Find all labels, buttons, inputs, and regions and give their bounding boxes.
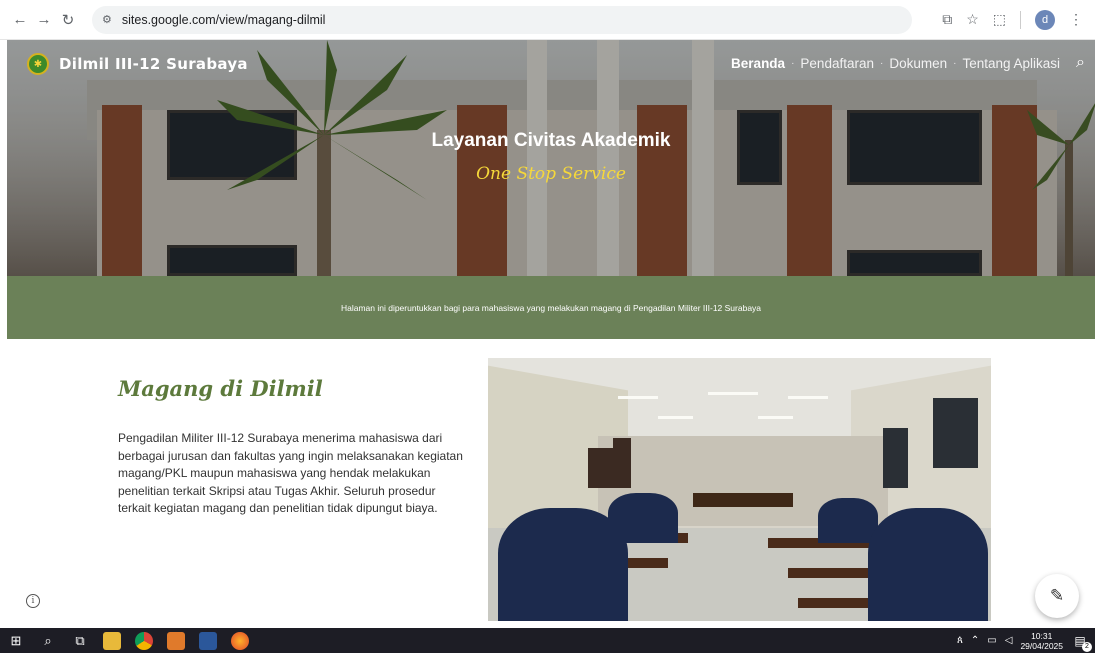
browser-actions: ⧉ ☆ ⬚ d ⋮: [942, 9, 1083, 30]
site-logo-icon: ✱: [27, 53, 49, 75]
courtroom-photo: [488, 358, 991, 621]
hero-dark-overlay: [7, 40, 1095, 276]
nav-pendaftaran[interactable]: Pendaftaran: [794, 56, 880, 71]
photo-window: [933, 398, 978, 468]
nav-tentang-aplikasi[interactable]: Tentang Aplikasi: [956, 56, 1066, 71]
extensions-icon[interactable]: ⬚: [993, 11, 1006, 28]
photo-audience: [608, 493, 678, 543]
photo-audience: [868, 508, 988, 621]
site-title: Dilmil III-12 Surabaya: [59, 55, 248, 73]
firefox-icon[interactable]: [231, 631, 249, 650]
word-icon[interactable]: [199, 631, 217, 650]
photo-ceiling-light: [618, 396, 658, 399]
toolbar-divider: [1020, 10, 1021, 29]
clock-date: 29/04/2025: [1020, 640, 1063, 651]
hero-title: Layanan Civitas Akademik: [431, 130, 671, 151]
photo-ceiling-light: [708, 392, 758, 395]
chevron-up-icon[interactable]: ⌃: [971, 635, 979, 646]
bookmark-star-icon[interactable]: ☆: [966, 11, 979, 28]
photo-judge-bench: [693, 493, 793, 507]
site-info-icon[interactable]: ⚙: [102, 13, 112, 26]
address-bar[interactable]: ⚙ sites.google.com/view/magang-dilmil: [92, 5, 912, 34]
photo-window: [883, 428, 908, 488]
windows-start-icon[interactable]: ⊞: [0, 628, 32, 653]
people-icon[interactable]: ጰ: [957, 635, 963, 646]
system-clock[interactable]: 10:31 29/04/2025: [1020, 631, 1063, 651]
photo-ceiling-light: [658, 416, 693, 419]
photo-audience: [818, 498, 878, 543]
forward-icon[interactable]: →: [34, 10, 54, 30]
notification-count: 2: [1082, 641, 1092, 652]
photo-ceiling-light: [788, 396, 828, 399]
reload-icon[interactable]: ↻: [58, 10, 78, 30]
nav-beranda[interactable]: Beranda: [725, 56, 791, 71]
network-icon[interactable]: ▭: [987, 635, 996, 646]
menu-dots-icon[interactable]: ⋮: [1069, 11, 1083, 28]
browser-toolbar: ← → ↻ ⚙ sites.google.com/view/magang-dil…: [0, 0, 1095, 40]
nav-dokumen[interactable]: Dokumen: [883, 56, 953, 71]
info-icon[interactable]: i: [26, 594, 40, 608]
photo-window: [613, 438, 631, 488]
edit-pencil-icon[interactable]: ✎: [1035, 574, 1079, 618]
photo-door: [588, 448, 614, 488]
hero-subtitle: One Stop Service: [476, 164, 626, 184]
section-title: Magang di Dilmil: [118, 376, 323, 401]
section-body-text: Pengadilan Militer III-12 Surabaya mener…: [118, 431, 463, 515]
notification-icon[interactable]: ▤ 2: [1071, 632, 1092, 652]
powerpoint-icon[interactable]: [167, 631, 185, 650]
banner-text: Halaman ini diperuntukkan bagi para maha…: [340, 302, 762, 313]
clock-time: 10:31: [1031, 630, 1053, 641]
back-icon[interactable]: ←: [10, 10, 30, 30]
translate-icon[interactable]: ⧉: [942, 11, 952, 28]
task-view-icon[interactable]: ⧉: [64, 628, 96, 653]
search-icon[interactable]: ⌕: [32, 628, 64, 653]
volume-icon[interactable]: ◁: [1005, 635, 1013, 646]
site-brand[interactable]: ✱ Dilmil III-12 Surabaya: [27, 53, 248, 75]
photo-ceiling-light: [758, 416, 793, 419]
url-text: sites.google.com/view/magang-dilmil: [121, 12, 326, 27]
system-tray: ጰ ⌃ ▭ ◁ 10:31 29/04/2025 ▤ 2: [957, 631, 1092, 652]
profile-avatar[interactable]: d: [1035, 9, 1055, 30]
chrome-icon[interactable]: [135, 631, 153, 650]
windows-taskbar: ⊞ ⌕ ⧉ ጰ ⌃ ▭ ◁ 10:31 29/04/2025 ▤ 2: [0, 628, 1095, 653]
search-icon[interactable]: ⌕: [1076, 54, 1085, 72]
hero-header: ✱ Dilmil III-12 Surabaya Beranda · Penda…: [7, 40, 1095, 276]
site-navigation: Beranda · Pendaftaran · Dokumen · Tentan…: [725, 54, 1085, 72]
info-banner: Halaman ini diperuntukkan bagi para maha…: [7, 276, 1095, 339]
file-explorer-icon[interactable]: [103, 631, 121, 650]
